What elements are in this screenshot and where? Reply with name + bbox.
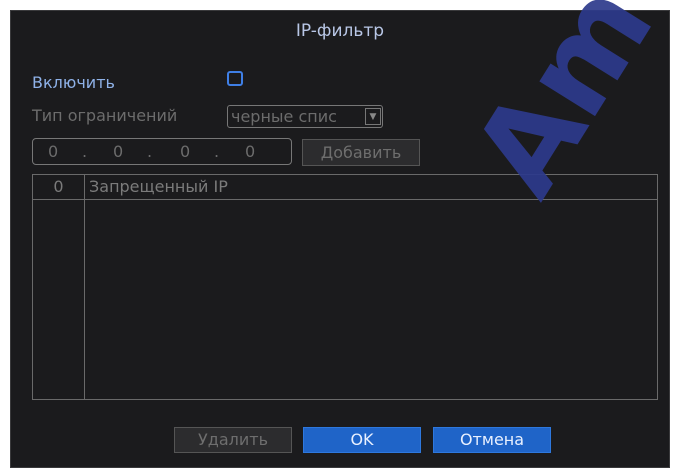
ip-separator: .	[147, 142, 153, 161]
blocked-ip-table[interactable]: 0 Запрещенный IP	[32, 174, 658, 400]
ip-separator: .	[214, 142, 220, 161]
column-header-number: 0	[53, 177, 64, 196]
chevron-down-icon[interactable]: ▼	[365, 108, 381, 125]
cancel-button[interactable]: Отмена	[433, 427, 551, 453]
ip-octet-3[interactable]: 0	[180, 142, 190, 161]
ip-address-input[interactable]: 0 . 0 . 0 . 0	[32, 138, 292, 165]
restriction-type-value: черные спис	[231, 107, 337, 126]
ip-octet-4[interactable]: 0	[245, 142, 255, 161]
restriction-type-label: Тип ограничений	[32, 106, 178, 125]
enable-checkbox[interactable]	[227, 71, 243, 86]
restriction-type-select[interactable]: черные спис ▼	[227, 105, 383, 128]
add-button[interactable]: Добавить	[302, 139, 420, 166]
dialog-title: IP-фильтр	[295, 21, 385, 41]
delete-button[interactable]: Удалить	[174, 427, 292, 453]
header-divider	[33, 199, 657, 200]
enable-label: Включить	[32, 73, 115, 92]
ip-separator: .	[82, 142, 88, 161]
ip-filter-dialog: IP-фильтр Включить Тип ограничений черны…	[10, 10, 670, 468]
ip-octet-1[interactable]: 0	[48, 142, 58, 161]
column-divider	[84, 175, 85, 399]
ok-button[interactable]: OK	[303, 427, 421, 453]
column-header-blocked-ip: Запрещенный IP	[89, 177, 228, 196]
ip-octet-2[interactable]: 0	[113, 142, 123, 161]
